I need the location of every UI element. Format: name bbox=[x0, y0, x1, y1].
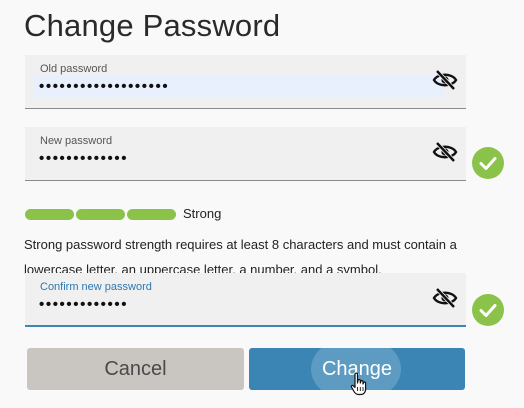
eye-slash-icon[interactable] bbox=[432, 69, 458, 91]
confirm-password-value[interactable]: ••••••••••••• bbox=[39, 296, 128, 313]
eye-slash-icon[interactable] bbox=[432, 287, 458, 309]
eye-slash-icon[interactable] bbox=[432, 141, 458, 163]
cancel-button[interactable]: Cancel bbox=[27, 348, 244, 390]
check-circle-icon bbox=[472, 147, 504, 179]
strength-segment bbox=[127, 209, 176, 220]
old-password-value[interactable]: ••••••••••••••••••• bbox=[39, 78, 169, 95]
new-password-field[interactable]: New password ••••••••••••• bbox=[25, 127, 466, 181]
page-title: Change Password bbox=[24, 8, 281, 43]
confirm-password-label: Confirm new password bbox=[40, 281, 152, 293]
strength-segment bbox=[25, 209, 74, 220]
cancel-button-label: Cancel bbox=[104, 357, 167, 380]
strength-segment bbox=[76, 209, 125, 220]
check-circle-icon bbox=[472, 294, 504, 326]
change-password-page: Change Password Old password •••••••••••… bbox=[0, 0, 524, 408]
new-password-label: New password bbox=[40, 135, 113, 147]
strength-label: Strong bbox=[183, 206, 222, 221]
password-strength-meter bbox=[25, 209, 176, 220]
old-password-label: Old password bbox=[40, 63, 108, 75]
confirm-password-field[interactable]: Confirm new password ••••••••••••• bbox=[25, 273, 466, 327]
hand-pointer-icon bbox=[350, 372, 367, 396]
new-password-value[interactable]: ••••••••••••• bbox=[39, 150, 128, 167]
old-password-field[interactable]: Old password ••••••••••••••••••• bbox=[25, 55, 466, 109]
